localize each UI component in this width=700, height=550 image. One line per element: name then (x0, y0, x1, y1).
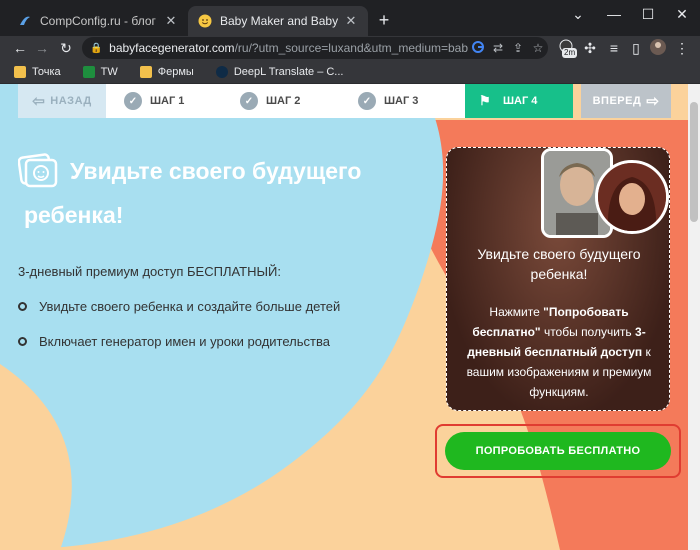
bookmark-label: DeepL Translate – C... (233, 65, 344, 78)
smiley-favicon (198, 14, 212, 28)
compconfig-favicon (18, 14, 32, 28)
step-1[interactable]: ✓ ШАГ 1 (124, 84, 184, 118)
page-title: Увидьте своего будущего (70, 158, 362, 184)
close-icon[interactable]: ✕ (164, 13, 178, 29)
puzzle-icon[interactable]: ✣ (580, 38, 600, 58)
star-icon[interactable]: ☆ (528, 41, 548, 55)
list-item: Включает генератор имен и уроки родитель… (18, 334, 330, 349)
next-label: ВПЕРЕД (592, 95, 642, 107)
tab-title: Baby Maker and Baby Face gene (220, 14, 338, 28)
promo-text-part: чтобы получить (540, 325, 636, 339)
forward-arrow-icon[interactable]: → (32, 38, 52, 58)
browser-toolbar: ← → ↻ 🔒 babyfacegenerator.com /ru/?utm_s… (0, 36, 700, 60)
woman-photo (595, 160, 669, 234)
bookmark-label: TW (100, 65, 118, 78)
share-icon[interactable]: ⇪ (508, 41, 528, 55)
bullet-icon (18, 337, 27, 346)
arrow-left-icon: ⇦ (32, 93, 46, 110)
step-4[interactable]: ⚑ ШАГ 4 (465, 84, 573, 118)
bookmark-label: Точка (32, 65, 61, 78)
address-bar[interactable]: 🔒 babyfacegenerator.com /ru/?utm_source=… (82, 37, 548, 59)
check-icon: ✓ (124, 92, 142, 110)
new-tab-button[interactable]: + (374, 10, 394, 30)
step-label: ШАГ 2 (266, 95, 301, 107)
bookmark-tochka[interactable]: Точка (14, 65, 61, 78)
promo-text-part: Нажмите (489, 305, 544, 319)
bookmark-tw[interactable]: TW (82, 65, 118, 78)
tab-title: CompConfig.ru - блог о настрой (40, 14, 158, 28)
close-window-icon[interactable]: ✕ (664, 4, 700, 24)
back-arrow-icon[interactable]: ← (10, 38, 30, 58)
bookmark-fermy[interactable]: Фермы (139, 65, 194, 78)
step-label: ШАГ 4 (503, 95, 538, 107)
translate-icon[interactable]: ⇄ (488, 41, 508, 55)
minimize-icon[interactable]: — (596, 4, 632, 24)
avatar[interactable] (648, 38, 668, 58)
folder-icon (139, 65, 152, 78)
bookmark-label: Фермы (157, 65, 194, 78)
page-content: ⇦ НАЗАД ✓ ШАГ 1 ✓ ШАГ 2 ✓ ШАГ 3 ⚑ ШАГ 4 … (0, 84, 688, 550)
promo-card-title: Увидьте своего будущего ребенка! (477, 246, 641, 282)
flag-icon: ⚑ (479, 93, 491, 108)
address-path: /ru/?utm_source=luxand&utm_medium=baby..… (234, 41, 468, 55)
step-label: ШАГ 1 (150, 95, 185, 107)
deepl-icon (215, 65, 228, 78)
list-item-text: Увидьте своего ребенка и создайте больше… (39, 299, 341, 314)
check-icon: ✓ (240, 92, 258, 110)
menu-icon[interactable]: ⋮ (672, 38, 692, 58)
premium-offer-text: 3-дневный премиум доступ БЕСПЛАТНЫЙ: (18, 264, 281, 279)
lock-icon: 🔒 (90, 42, 103, 54)
back-button[interactable]: ⇦ НАЗАД (18, 84, 106, 118)
page-scrollbar[interactable] (688, 84, 700, 550)
steps-bar: ⇦ НАЗАД ✓ ШАГ 1 ✓ ШАГ 2 ✓ ШАГ 3 ⚑ ШАГ 4 … (0, 84, 688, 120)
baby-photo-icon (18, 153, 58, 188)
list-item: Увидьте своего ребенка и создайте больше… (18, 299, 340, 314)
list-item-text: Включает генератор имен и уроки родитель… (39, 334, 330, 349)
address-host: babyfacegenerator.com (109, 41, 235, 55)
step-2[interactable]: ✓ ШАГ 2 (240, 84, 300, 118)
maximize-icon[interactable]: ☐ (630, 4, 666, 24)
back-label: НАЗАД (50, 95, 92, 107)
tab-babyface[interactable]: Baby Maker and Baby Face gene ✕ (188, 6, 368, 36)
step-label: ШАГ 3 (384, 95, 419, 107)
extension-icon[interactable]: 2m (556, 38, 578, 58)
close-icon[interactable]: ✕ (344, 13, 358, 29)
next-button[interactable]: ВПЕРЕД ⇨ (581, 84, 671, 118)
reading-list-icon[interactable]: ≡ (604, 38, 624, 58)
bookmark-deepl[interactable]: DeepL Translate – C... (215, 65, 344, 78)
bullet-icon (18, 302, 27, 311)
sidebar-icon[interactable]: ▯ (626, 38, 646, 58)
tab-strip: CompConfig.ru - блог о настрой ✕ Baby Ma… (0, 0, 700, 36)
scrollbar-thumb[interactable] (690, 102, 698, 222)
tab-compconfig[interactable]: CompConfig.ru - блог о настрой ✕ (8, 6, 188, 36)
google-icon[interactable] (468, 40, 488, 56)
step-3[interactable]: ✓ ШАГ 3 (358, 84, 418, 118)
bookmarks-bar: Точка TW Фермы DeepL Translate – C... (0, 60, 700, 84)
extension-badge: 2m (562, 48, 578, 58)
arrow-right-icon: ⇨ (646, 93, 660, 110)
promo-card: Увидьте своего будущего ребенка! Нажмите… (446, 147, 670, 411)
tw-icon (82, 65, 95, 78)
chevron-down-icon[interactable]: ⌄ (560, 4, 596, 24)
folder-icon (14, 65, 26, 78)
try-free-button[interactable]: ПОПРОБОВАТЬ БЕСПЛАТНО (445, 432, 671, 470)
page-title-line2: ребенка! (24, 202, 124, 228)
reload-icon[interactable]: ↻ (56, 38, 76, 58)
check-icon: ✓ (358, 92, 376, 110)
promo-card-text: Нажмите "Попробовать бесплатно" чтобы по… (457, 302, 661, 402)
